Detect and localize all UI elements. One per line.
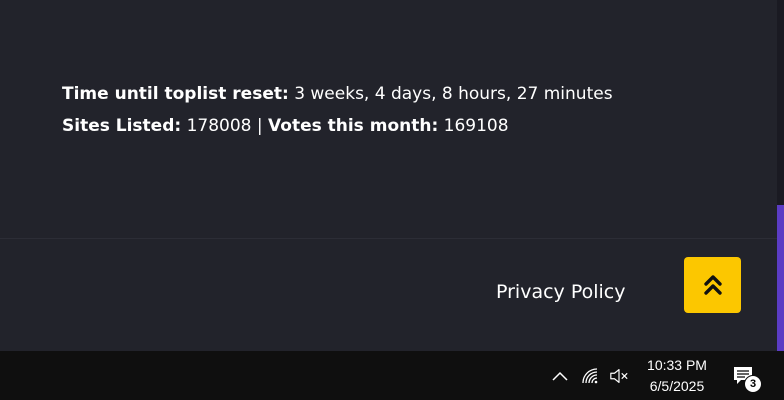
counts-line: Sites Listed: 178008 | Votes this month:…	[62, 110, 613, 142]
footer-divider	[0, 238, 777, 239]
taskbar-clock[interactable]: 10:33 PM 6/5/2025	[640, 355, 714, 397]
toplist-stats: Time until toplist reset: 3 weeks, 4 day…	[62, 78, 613, 142]
notification-count-badge: 3	[744, 375, 762, 393]
votes-label: Votes this month:	[268, 116, 439, 136]
action-center-button[interactable]: 3	[730, 363, 762, 393]
scrollbar[interactable]	[777, 0, 784, 351]
double-chevron-up-icon	[703, 275, 722, 295]
reset-value: 3 weeks, 4 days, 8 hours, 27 minutes	[294, 84, 613, 104]
reset-label: Time until toplist reset:	[62, 84, 289, 104]
page: Time until toplist reset: 3 weeks, 4 day…	[0, 0, 784, 351]
clock-date: 6/5/2025	[649, 378, 705, 394]
privacy-policy-link[interactable]: Privacy Policy	[496, 281, 625, 303]
clock-time: 10:33 PM	[647, 357, 707, 373]
wifi-icon[interactable]	[581, 366, 601, 386]
sites-value: 178008	[186, 116, 252, 136]
reset-line: Time until toplist reset: 3 weeks, 4 day…	[62, 78, 613, 110]
taskbar: 10:33 PM 6/5/2025 3	[0, 351, 784, 400]
sites-label: Sites Listed:	[62, 116, 182, 136]
separator: |	[256, 116, 263, 136]
chevron-up-icon[interactable]	[550, 366, 570, 386]
scrollbar-thumb[interactable]	[777, 205, 784, 351]
scroll-to-top-button[interactable]	[684, 257, 741, 313]
votes-value: 169108	[443, 116, 509, 136]
volume-muted-icon[interactable]	[609, 366, 629, 386]
